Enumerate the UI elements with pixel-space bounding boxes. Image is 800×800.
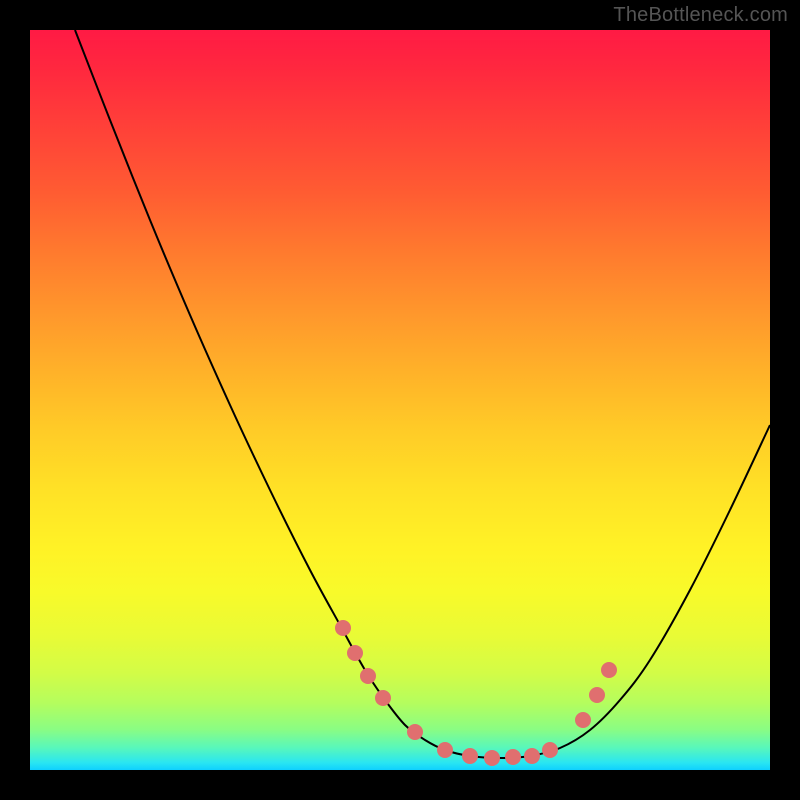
marker-dot bbox=[360, 668, 376, 684]
marker-dots bbox=[335, 620, 617, 766]
plot-area bbox=[30, 30, 770, 770]
marker-dot bbox=[589, 687, 605, 703]
marker-dot bbox=[462, 748, 478, 764]
marker-dot bbox=[575, 712, 591, 728]
marker-dot bbox=[407, 724, 423, 740]
stage: TheBottleneck.com bbox=[0, 0, 800, 800]
marker-dot bbox=[601, 662, 617, 678]
marker-dot bbox=[347, 645, 363, 661]
bottleneck-curve bbox=[75, 30, 770, 758]
marker-dot bbox=[375, 690, 391, 706]
marker-dot bbox=[335, 620, 351, 636]
marker-dot bbox=[524, 748, 540, 764]
watermark-text: TheBottleneck.com bbox=[613, 4, 788, 27]
marker-dot bbox=[505, 749, 521, 765]
chart-svg bbox=[30, 30, 770, 770]
marker-dot bbox=[542, 742, 558, 758]
marker-dot bbox=[484, 750, 500, 766]
marker-dot bbox=[437, 742, 453, 758]
